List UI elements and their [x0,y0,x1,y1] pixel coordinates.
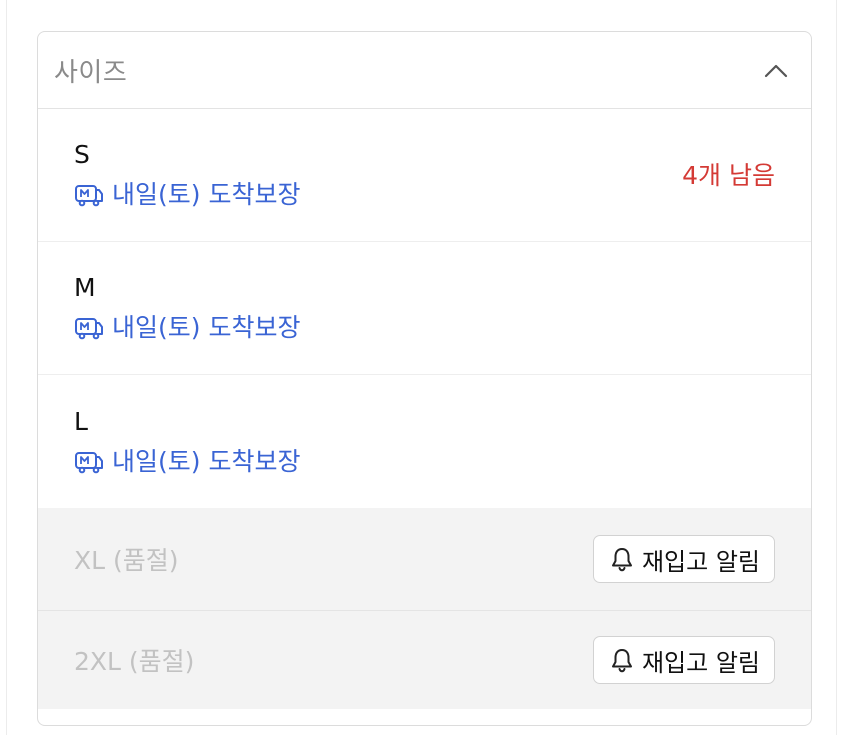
chevron-up-icon[interactable] [763,61,789,79]
size-select-dropdown: 사이즈 S 내일(토) 도착보장 4개 남음 M 내일(토) 도착보장 L 내일… [37,31,812,726]
frame-divider-right [836,0,837,735]
size-option-name: M [74,273,96,302]
truck-icon [75,318,103,340]
bell-icon [611,649,632,673]
size-option-xl-soldout: XL (품절) 재입고 알림 [38,508,811,611]
delivery-guarantee: 내일(토) 도착보장 [74,313,300,343]
size-option-name: S [74,140,90,169]
delivery-guarantee: 내일(토) 도착보장 [74,447,300,477]
page: 사이즈 S 내일(토) 도착보장 4개 남음 M 내일(토) 도착보장 L 내일… [0,0,850,735]
restock-alert-button[interactable]: 재입고 알림 [592,636,775,684]
delivery-text: 내일(토) 도착보장 [112,313,301,342]
restock-alert-label: 재입고 알림 [641,547,760,576]
size-option-name: L [74,406,88,436]
delivery-guarantee: 내일(토) 도착보장 [74,180,300,210]
truck-icon [75,451,103,473]
size-select-header[interactable]: 사이즈 [38,32,811,109]
stock-remaining: 4개 남음 [682,161,775,190]
restock-alert-button[interactable]: 재입고 알림 [592,535,775,583]
bell-icon [611,548,632,572]
size-option-info: S 내일(토) 도착보장 [74,140,300,210]
truck-icon [75,185,103,207]
size-select-placeholder: 사이즈 [54,57,128,88]
soldout-option-name: 2XL (품절) [74,647,195,676]
size-option-info: M 내일(토) 도착보장 [74,273,300,343]
delivery-text: 내일(토) 도착보장 [112,180,301,209]
soldout-option-name: XL (품절) [74,546,179,575]
frame-divider-left [6,0,7,735]
restock-alert-label: 재입고 알림 [641,648,760,677]
size-option-info: L 내일(토) 도착보장 [74,407,300,477]
size-option-s[interactable]: S 내일(토) 도착보장 4개 남음 [38,109,811,242]
size-option-l[interactable]: L 내일(토) 도착보장 [38,375,811,508]
size-option-m[interactable]: M 내일(토) 도착보장 [38,242,811,375]
size-option-2xl-soldout: 2XL (품절) 재입고 알림 [38,611,811,709]
delivery-text: 내일(토) 도착보장 [112,446,301,476]
